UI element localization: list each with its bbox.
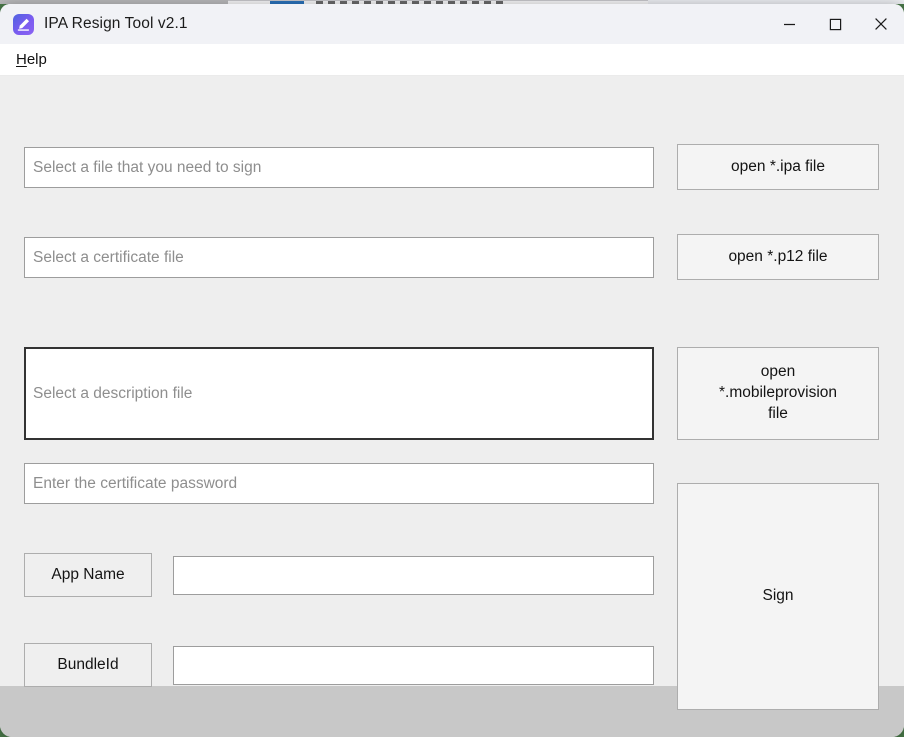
- menu-item-help-rest: elp: [26, 51, 47, 68]
- open-mobileprovision-line-2: *.mobileprovision: [718, 384, 838, 402]
- form-area: open *.ipa file open *.p12 file Select a…: [0, 76, 904, 710]
- description-file-input[interactable]: Select a description file: [24, 347, 654, 440]
- minimize-button[interactable]: [766, 4, 812, 44]
- menubar: Help: [0, 44, 904, 76]
- open-mobileprovision-line-3: file: [768, 404, 788, 422]
- ipa-file-input[interactable]: [24, 147, 654, 188]
- menu-item-help-mnemonic: H: [16, 51, 27, 68]
- open-ipa-file-button[interactable]: open *.ipa file: [677, 144, 879, 190]
- app-name-button[interactable]: App Name: [24, 553, 152, 597]
- menu-item-help[interactable]: Help: [15, 49, 48, 70]
- sign-button[interactable]: Sign: [677, 483, 879, 710]
- close-button[interactable]: [858, 4, 904, 44]
- bundle-id-input[interactable]: [173, 646, 654, 685]
- certificate-password-input[interactable]: [24, 463, 654, 504]
- maximize-button[interactable]: [812, 4, 858, 44]
- window-controls: [766, 4, 904, 44]
- titlebar[interactable]: IPA Resign Tool v2.1: [0, 4, 904, 44]
- desktop-background: IPA Resign Tool v2.1 Help Select a file …: [0, 0, 904, 737]
- bundle-id-button[interactable]: BundleId: [24, 643, 152, 687]
- certificate-file-input[interactable]: [24, 237, 654, 278]
- open-mobileprovision-file-button[interactable]: open *.mobileprovision file: [677, 347, 879, 440]
- app-name-input[interactable]: [173, 556, 654, 595]
- signature-pen-icon: [13, 13, 34, 35]
- open-p12-file-button[interactable]: open *.p12 file: [677, 234, 879, 280]
- description-file-placeholder: Select a description file: [33, 384, 193, 402]
- ipa-resign-tool-window: IPA Resign Tool v2.1 Help Select a file …: [0, 4, 904, 737]
- window-title: IPA Resign Tool v2.1: [44, 15, 188, 32]
- open-mobileprovision-line-1: open: [760, 363, 796, 381]
